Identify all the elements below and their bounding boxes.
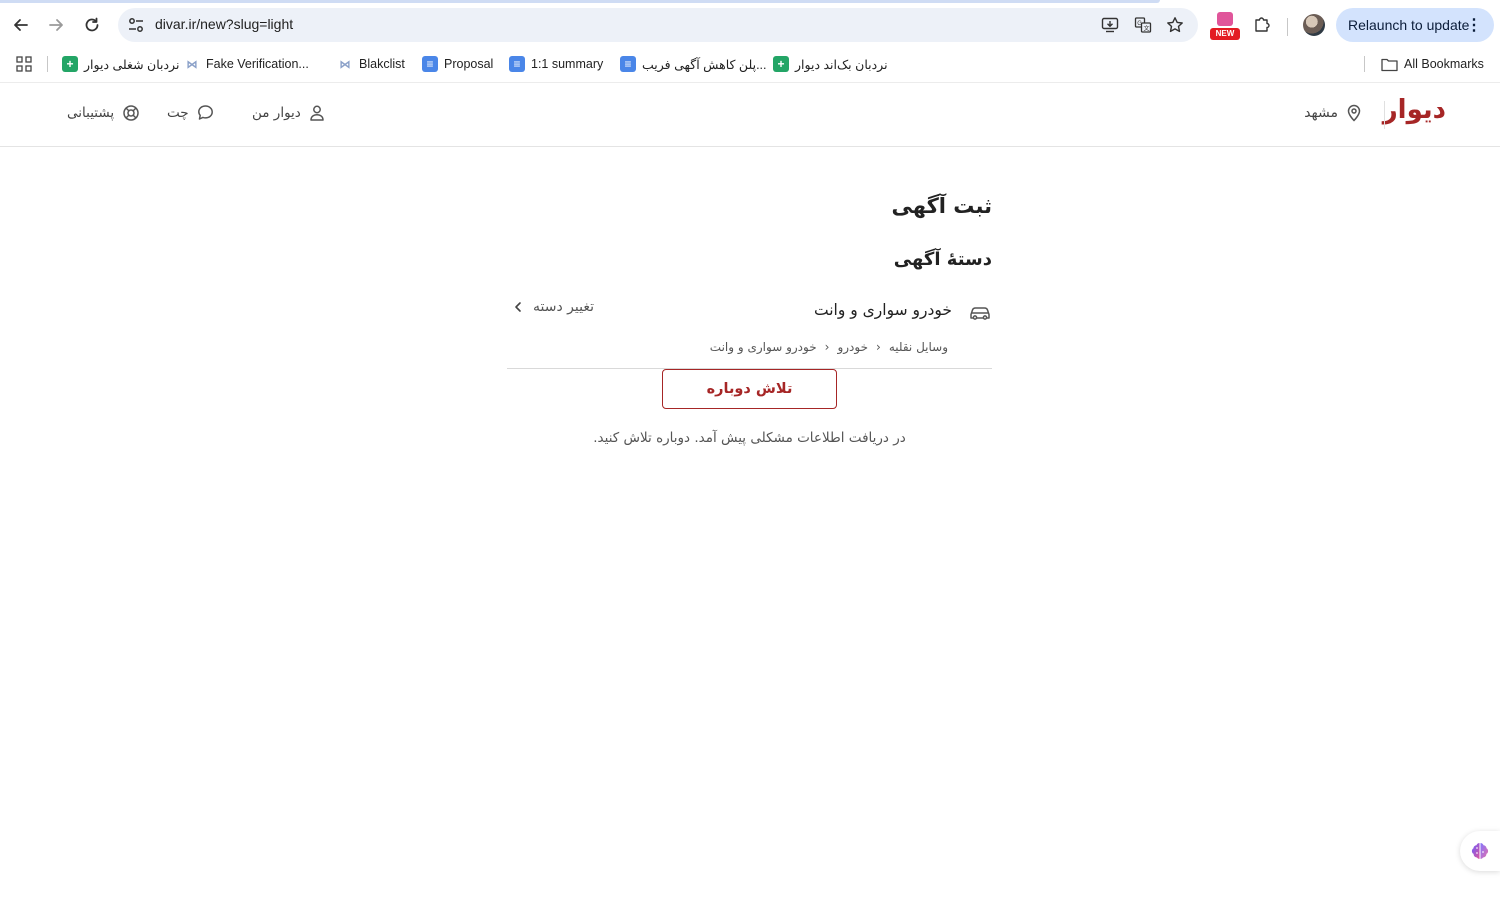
floating-assistant-button[interactable] <box>1460 831 1500 871</box>
sheets-icon: + <box>773 56 789 72</box>
translate-icon[interactable]: G文 <box>1134 16 1152 34</box>
grid-icon: ⋈ <box>186 58 198 71</box>
site-header: دیوار مشهد دیوار من چت پشتیبانی <box>0 82 1500 147</box>
bookmark-item[interactable]: + نردبان شغلی دیوار <box>62 54 179 74</box>
location-pin-icon <box>1347 104 1361 122</box>
support-lifebuoy-icon <box>123 105 139 121</box>
svg-text:G: G <box>1137 21 1142 27</box>
bookmark-star-icon[interactable] <box>1166 16 1184 34</box>
apps-grid-icon[interactable] <box>16 56 32 72</box>
change-category-button[interactable]: تغییر دسته <box>513 299 594 315</box>
bookmark-item[interactable]: ≡ Proposal <box>422 54 493 74</box>
bookmark-item[interactable]: ≡ پلن کاهش آگهی فریب... <box>620 54 767 74</box>
all-bookmarks-button[interactable]: All Bookmarks <box>1381 54 1484 74</box>
header-divider <box>1384 101 1385 129</box>
profile-avatar[interactable] <box>1303 14 1325 36</box>
my-divar-label: دیوار من <box>252 105 301 121</box>
reload-icon[interactable] <box>77 10 107 40</box>
support-label: پشتیبانی <box>67 105 115 121</box>
bookmark-label: نردبان شغلی دیوار <box>84 57 180 72</box>
user-icon <box>310 105 324 121</box>
toolbar-separator <box>1287 18 1288 36</box>
car-icon <box>970 307 990 320</box>
chat-label: چت <box>167 104 189 121</box>
bookmark-item[interactable]: + نردبان بک‌اند دیوار <box>773 54 888 74</box>
retry-button[interactable]: تلاش دوباره <box>662 369 837 409</box>
sheets-icon: + <box>62 56 78 72</box>
divar-logo[interactable]: دیوار <box>1383 95 1447 125</box>
grid-icon: ⋈ <box>339 58 351 71</box>
bookmarks-bar: + نردبان شغلی دیوار ⋈ Fake Verification.… <box>0 50 1500 78</box>
category-breadcrumb: وسایل نقلیه ‹ خودرو ‹ خودرو سواری و وانت <box>710 340 948 354</box>
bookmark-label: Proposal <box>444 57 494 71</box>
support-link[interactable]: پشتیبانی <box>67 104 140 122</box>
city-selector[interactable]: مشهد <box>1304 104 1362 122</box>
relaunch-label: Relaunch to update <box>1348 17 1470 33</box>
bookmarks-separator <box>1364 56 1365 72</box>
page-title: ثبت آگهی <box>891 194 992 218</box>
chat-link[interactable]: چت <box>167 104 214 121</box>
brain-icon <box>1471 843 1489 859</box>
browser-toolbar: divar.ir/new?slug=light G文 NEW Relaunch … <box>0 6 1500 44</box>
new-badge-label: NEW <box>1210 28 1240 40</box>
all-bookmarks-label: All Bookmarks <box>1404 57 1484 71</box>
bookmark-label: Blakclist <box>359 57 405 71</box>
extensions-puzzle-icon[interactable] <box>1249 11 1275 37</box>
bookmark-label: Fake Verification... <box>206 57 309 71</box>
city-name: مشهد <box>1304 105 1338 121</box>
chevron-left-icon: ‹ <box>824 340 830 354</box>
bookmark-item[interactable]: ⋈ Fake Verification... <box>184 54 309 74</box>
bookmarks-separator <box>47 56 48 72</box>
change-category-label: تغییر دسته <box>533 299 594 315</box>
site-info-icon[interactable] <box>127 16 145 34</box>
new-extension-icon[interactable]: NEW <box>1210 11 1240 41</box>
my-divar-link[interactable]: دیوار من <box>252 104 325 122</box>
docs-icon: ≡ <box>509 56 525 72</box>
docs-icon: ≡ <box>422 56 438 72</box>
back-icon[interactable] <box>6 10 36 40</box>
selected-category-row: خودرو سواری و وانت تغییر دسته <box>507 298 992 328</box>
bookmark-label: 1:1 summary <box>531 57 604 71</box>
more-menu-icon[interactable]: ⋮ <box>1466 15 1482 35</box>
chevron-left-icon: ‹ <box>876 340 881 354</box>
bookmark-item[interactable]: ≡ 1:1 summary <box>509 54 603 74</box>
error-message: در دریافت اطلاعات مشکلی پیش آمد. دوباره … <box>593 430 906 446</box>
bookmark-label: پلن کاهش آگهی فریب... <box>642 57 767 72</box>
folder-icon <box>1381 58 1398 71</box>
relaunch-button[interactable]: Relaunch to update ⋮ <box>1336 8 1494 42</box>
docs-icon: ≡ <box>620 56 636 72</box>
forward-icon[interactable] <box>41 10 71 40</box>
breadcrumb-item: خودرو سواری و وانت <box>709 340 817 354</box>
bookmark-item[interactable]: ⋈ Blakclist <box>337 54 405 74</box>
url-text[interactable]: divar.ir/new?slug=light <box>155 16 293 32</box>
chat-bubble-icon <box>197 105 213 120</box>
svg-text:文: 文 <box>1144 24 1150 32</box>
install-app-icon[interactable] <box>1101 16 1119 34</box>
bookmark-label: نردبان بک‌اند دیوار <box>795 57 888 72</box>
chevron-left-icon <box>515 302 521 312</box>
address-bar[interactable]: divar.ir/new?slug=light G文 <box>118 8 1198 42</box>
breadcrumb-item: خودرو <box>837 340 868 354</box>
browser-chrome: divar.ir/new?slug=light G文 NEW Relaunch … <box>0 0 1500 82</box>
tab-strip-edge <box>0 0 1160 3</box>
section-title: دستهٔ آگهی <box>893 249 992 270</box>
category-name: خودرو سواری و وانت <box>814 301 952 319</box>
breadcrumb-item: وسایل نقلیه <box>888 340 948 354</box>
